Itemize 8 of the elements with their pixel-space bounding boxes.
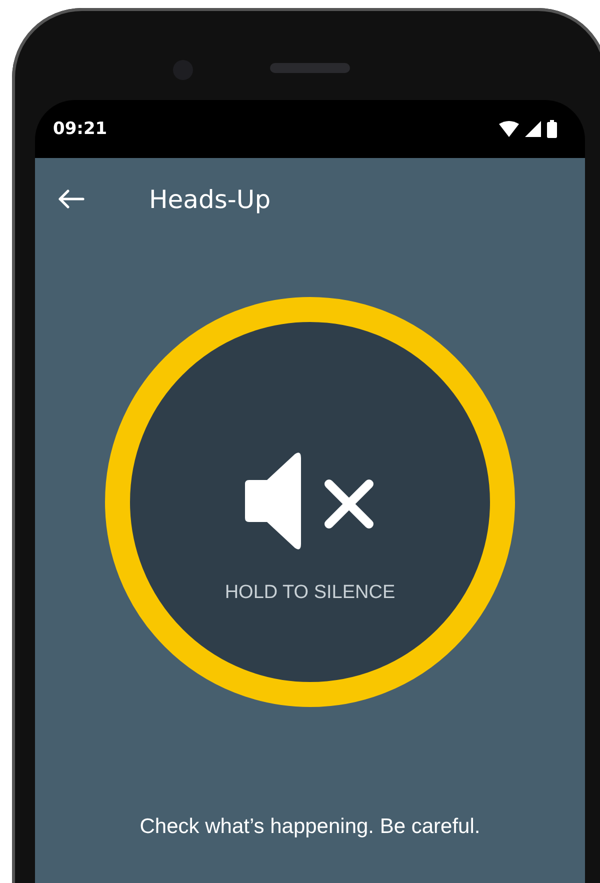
- warning-message: Check what’s happening. Be careful.: [140, 815, 480, 839]
- screen-title: Heads-Up: [149, 184, 271, 214]
- muted-speaker-icon: [245, 450, 375, 552]
- battery-icon: [547, 120, 557, 138]
- signal-icon: [525, 121, 541, 137]
- wifi-icon: [499, 121, 519, 137]
- status-time: 09:21: [53, 119, 108, 139]
- silence-button[interactable]: HOLD TO SILENCE: [105, 297, 515, 707]
